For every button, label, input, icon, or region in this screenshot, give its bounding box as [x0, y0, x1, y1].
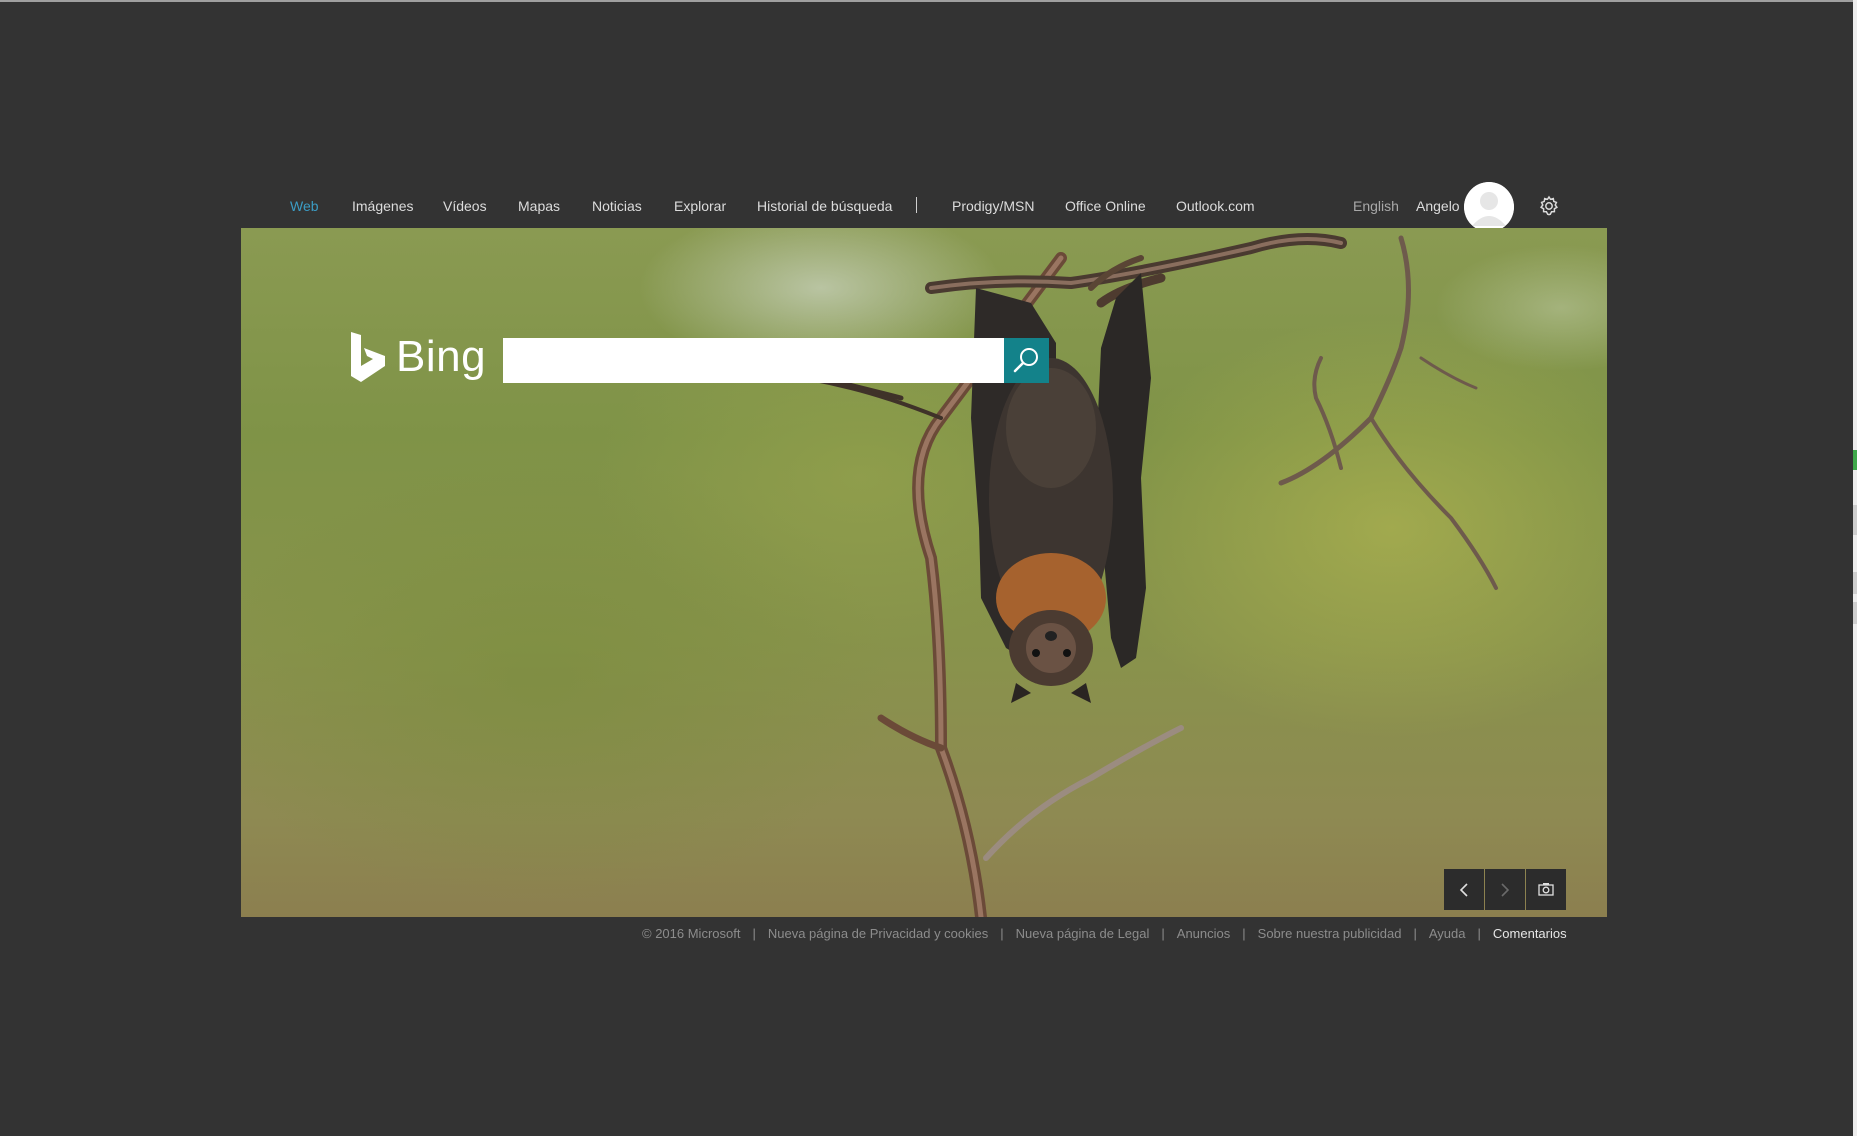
- footer-copyright: © 2016 Microsoft: [642, 926, 741, 941]
- footer-separator: |: [1413, 926, 1417, 941]
- nav-item-prodigy-msn[interactable]: Prodigy/MSN: [952, 198, 1034, 214]
- scrollbar-marker: [1853, 602, 1857, 624]
- language-link[interactable]: English: [1353, 198, 1399, 214]
- footer-link-privacy[interactable]: Nueva página de Privacidad y cookies: [768, 926, 988, 941]
- nav-item-maps[interactable]: Mapas: [518, 198, 560, 214]
- camera-icon: [1538, 883, 1554, 896]
- scrollbar-track[interactable]: [1853, 0, 1857, 1136]
- nav-divider: [916, 197, 917, 213]
- gear-icon[interactable]: [1538, 195, 1560, 217]
- bing-logo[interactable]: Bing: [349, 330, 489, 384]
- image-info-button[interactable]: [1526, 869, 1566, 910]
- next-image-button[interactable]: [1485, 869, 1525, 910]
- footer: © 2016 Microsoft | Nueva página de Privaci…: [642, 926, 1567, 946]
- chevron-left-icon: [1459, 883, 1468, 897]
- background-image: Bing: [241, 228, 1607, 917]
- nav-item-office-online[interactable]: Office Online: [1065, 198, 1146, 214]
- avatar[interactable]: [1464, 182, 1514, 232]
- nav-item-outlook[interactable]: Outlook.com: [1176, 198, 1255, 214]
- nav-item-search-history[interactable]: Historial de búsqueda: [757, 198, 892, 214]
- scrollbar-marker: [1853, 450, 1857, 470]
- window-top-border: [0, 0, 1857, 2]
- user-name[interactable]: Angelo: [1416, 198, 1460, 214]
- footer-separator: |: [1242, 926, 1246, 941]
- nav-item-explore[interactable]: Explorar: [674, 198, 726, 214]
- nav-item-images[interactable]: Imágenes: [352, 198, 413, 214]
- bing-b-icon: [351, 332, 385, 382]
- footer-separator: |: [1477, 926, 1481, 941]
- search-button[interactable]: [1004, 338, 1049, 383]
- footer-link-help[interactable]: Ayuda: [1429, 926, 1466, 941]
- footer-separator: |: [1161, 926, 1165, 941]
- footer-link-feedback[interactable]: Comentarios: [1493, 926, 1567, 941]
- nav-item-news[interactable]: Noticias: [592, 198, 642, 214]
- nav-item-videos[interactable]: Vídeos: [443, 198, 487, 214]
- scrollbar-marker: [1853, 572, 1857, 594]
- nav-item-web[interactable]: Web: [290, 198, 319, 214]
- footer-separator: |: [752, 926, 756, 941]
- bing-logo-text: Bing: [396, 332, 487, 381]
- image-controls: [1444, 869, 1566, 910]
- search-input[interactable]: [503, 338, 1004, 383]
- user-silhouette-icon: [1464, 182, 1514, 232]
- scrollbar-marker: [1853, 505, 1857, 535]
- footer-separator: |: [1000, 926, 1004, 941]
- chevron-right-icon: [1501, 883, 1510, 897]
- footer-link-ads[interactable]: Anuncios: [1177, 926, 1230, 941]
- search-icon: [1013, 348, 1038, 373]
- footer-link-about-ads[interactable]: Sobre nuestra publicidad: [1258, 926, 1402, 941]
- previous-image-button[interactable]: [1444, 869, 1484, 910]
- top-nav: Web Imágenes Vídeos Mapas Noticias Explo…: [241, 182, 1607, 232]
- footer-link-legal[interactable]: Nueva página de Legal: [1016, 926, 1150, 941]
